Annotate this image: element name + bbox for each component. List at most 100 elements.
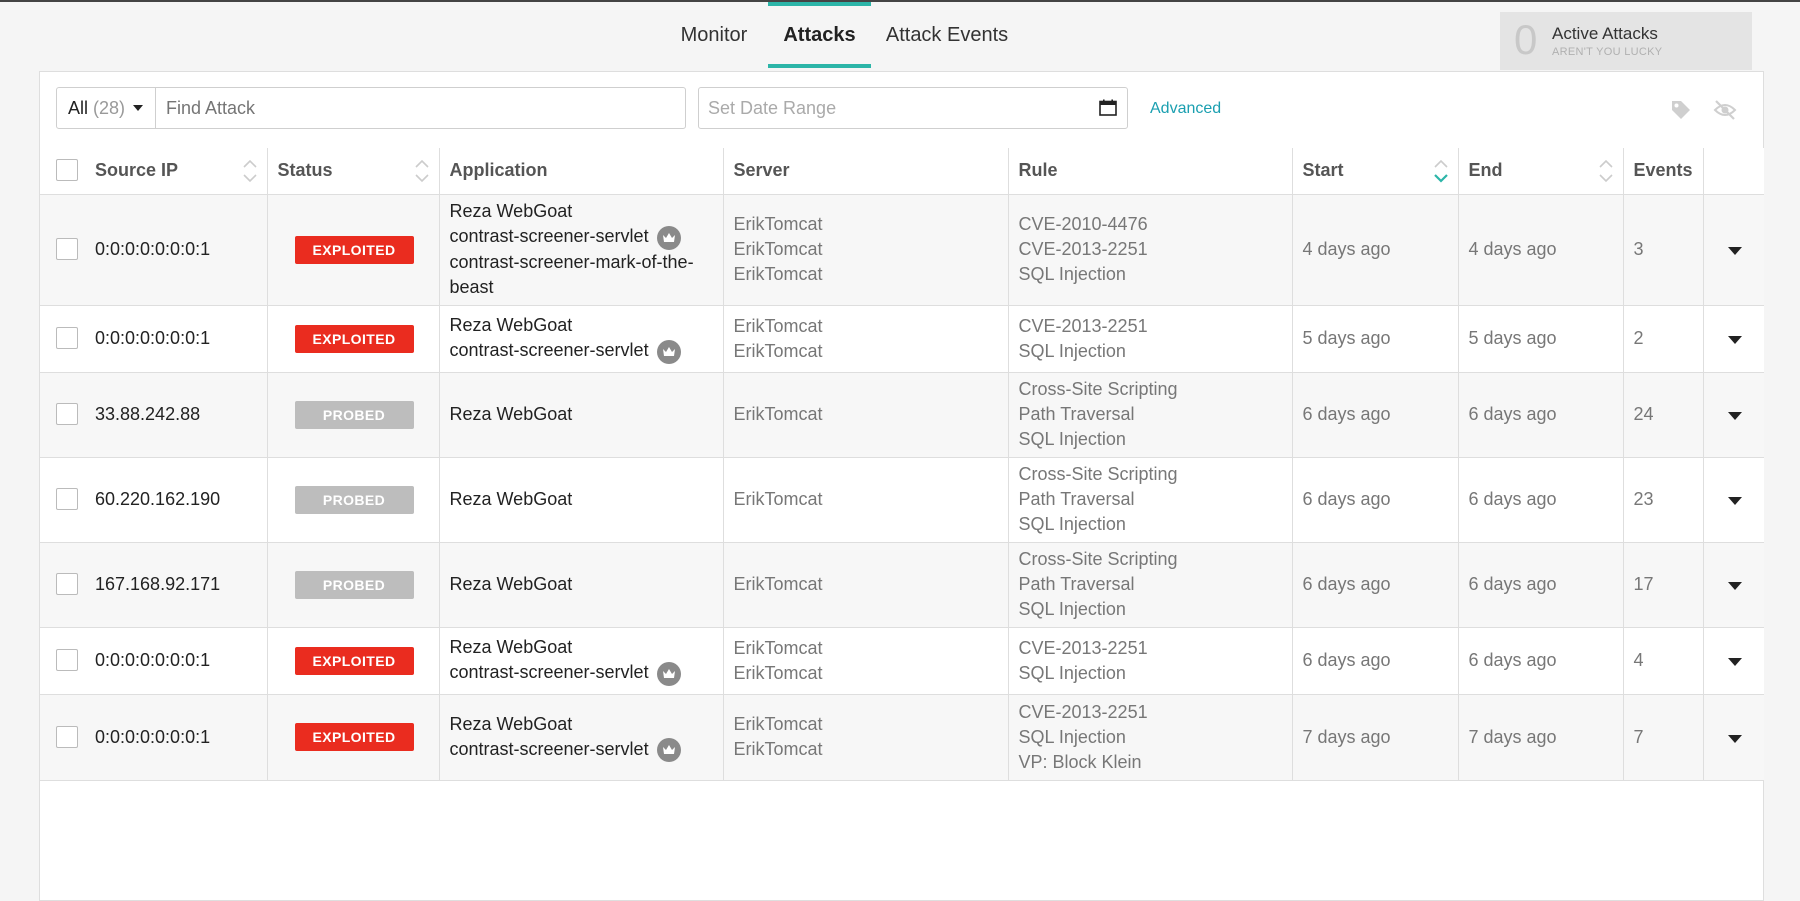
row-checkbox[interactable] (56, 649, 78, 671)
tab-monitor[interactable]: Monitor (668, 2, 760, 68)
table-row[interactable]: 0:0:0:0:0:0:0:1 EXPLOITED Reza WebGoat co… (40, 194, 1764, 306)
cell-actions (1703, 194, 1764, 306)
row-checkbox[interactable] (56, 238, 78, 260)
text: Path Traversal (1018, 574, 1135, 594)
table-row[interactable]: 0:0:0:0:0:0:0:1 EXPLOITED Reza WebGoat co… (40, 305, 1764, 373)
text: SQL Injection (1018, 599, 1126, 619)
text: SQL Injection (1018, 514, 1126, 534)
sort-descending-icon[interactable] (1433, 158, 1448, 184)
header-rule: Rule (1008, 148, 1293, 195)
application-name[interactable]: Reza WebGoat (450, 487, 713, 512)
text: Reza WebGoat (449, 574, 573, 594)
cell-start: 4 days ago (1292, 194, 1459, 306)
row-checkbox[interactable] (56, 725, 78, 748)
row-checkbox[interactable] (56, 573, 78, 595)
expand-row-caret-icon[interactable] (1727, 582, 1742, 590)
tag-icon[interactable] (1670, 99, 1692, 121)
cell-events: 4 (1623, 627, 1704, 695)
cell-actions (1703, 372, 1764, 458)
status-filter-dropdown[interactable]: All (28) (56, 87, 156, 129)
expand-row-caret-icon[interactable] (1727, 412, 1742, 420)
application-name[interactable]: contrast-screener-servlet (450, 737, 713, 763)
expand-row-caret-icon[interactable] (1727, 247, 1742, 255)
cell-status: EXPLOITED (267, 305, 440, 373)
text: ErikTomcat (733, 574, 823, 594)
application-name[interactable]: contrast-screener-mark-of-the-beast (450, 250, 713, 300)
caret-down-icon (133, 105, 143, 111)
text: CVE-2010-4476 (1018, 214, 1148, 234)
row-checkbox[interactable] (56, 327, 78, 349)
sort-icon[interactable] (1598, 158, 1613, 184)
active-attacks-widget[interactable]: 0 Active Attacks AREN'T YOU LUCKY (1500, 12, 1752, 70)
tab-attacks[interactable]: Attacks (768, 2, 871, 68)
application-name[interactable]: Reza WebGoat (450, 199, 713, 224)
hide-eye-icon[interactable] (1713, 99, 1737, 121)
header-source-ip[interactable]: Source IP (40, 148, 268, 195)
table-row[interactable]: 0:0:0:0:0:0:0:1 EXPLOITED Reza WebGoat co… (40, 627, 1764, 695)
rule-name: VP: Block Klein (1019, 750, 1282, 775)
expand-row-caret-icon[interactable] (1727, 336, 1742, 344)
rule-name: SQL Injection (1019, 427, 1282, 452)
cell-rule: CVE-2013-2251 SQL Injection (1008, 305, 1293, 373)
rule-name: Cross-Site Scripting (1019, 547, 1282, 572)
expand-row-caret-icon[interactable] (1727, 734, 1742, 743)
application-name[interactable]: contrast-screener-servlet (450, 338, 713, 364)
row-checkbox[interactable] (56, 488, 78, 510)
cell-source-ip: 0:0:0:0:0:0:0:1 (40, 694, 268, 781)
text: ErikTomcat (733, 739, 823, 759)
application-name[interactable]: Reza WebGoat (450, 712, 713, 737)
row-checkbox[interactable] (56, 403, 78, 425)
header-application: Application (439, 148, 724, 195)
cell-start: 7 days ago (1292, 694, 1459, 781)
table-row[interactable]: 60.220.162.190 PROBED Reza WebGoat ErikT… (40, 457, 1764, 543)
application-name[interactable]: Reza WebGoat (450, 572, 713, 597)
status-badge: PROBED (294, 485, 414, 514)
cell-server: ErikTomcat (723, 372, 1009, 458)
header-status[interactable]: Status (267, 148, 440, 195)
status-badge: EXPLOITED (294, 235, 414, 264)
text: ErikTomcat (733, 214, 823, 234)
select-all-checkbox[interactable] (56, 159, 78, 181)
status-filter-count: (28) (93, 98, 126, 118)
source-ip: 60.220.162.190 (95, 489, 221, 509)
table-row[interactable]: 167.168.92.171 PROBED Reza WebGoat ErikT… (40, 542, 1764, 628)
header-start[interactable]: Start (1292, 148, 1459, 195)
cell-source-ip: 0:0:0:0:0:0:0:1 (40, 627, 268, 695)
calendar-icon[interactable] (1099, 99, 1117, 116)
source-ip: 167.168.92.171 (95, 574, 221, 594)
expand-row-caret-icon[interactable] (1727, 497, 1742, 505)
text: CVE-2013-2251 (1018, 701, 1148, 722)
header-end[interactable]: End (1458, 148, 1624, 195)
attacks-panel: All (28) Set Date Range Advanced (39, 71, 1764, 901)
cell-status: EXPLOITED (267, 694, 440, 781)
advanced-filter-link[interactable]: Advanced (1150, 100, 1221, 118)
rule-name: CVE-2013-2251 (1019, 314, 1282, 339)
text: Cross-Site Scripting (1018, 464, 1178, 484)
sort-icon[interactable] (242, 158, 257, 184)
application-name[interactable]: contrast-screener-servlet (450, 660, 713, 686)
date-range-field[interactable]: Set Date Range (698, 87, 1128, 129)
expand-row-caret-icon[interactable] (1727, 658, 1742, 666)
sort-icon[interactable] (414, 158, 429, 184)
application-name[interactable]: Reza WebGoat (450, 402, 713, 427)
tab-attack-events[interactable]: Attack Events (881, 2, 1013, 68)
application-name[interactable]: Reza WebGoat (450, 635, 713, 660)
table-row[interactable]: 0:0:0:0:0:0:0:1 EXPLOITED Reza WebGoat co… (40, 694, 1764, 781)
cell-rule: CVE-2013-2251 SQL Injection (1008, 627, 1293, 695)
text: ErikTomcat (733, 340, 823, 361)
cell-actions (1703, 542, 1764, 628)
cell-source-ip: 60.220.162.190 (40, 457, 268, 543)
application-name[interactable]: Reza WebGoat (450, 313, 713, 338)
crown-icon (656, 225, 681, 250)
cell-start: 6 days ago (1292, 627, 1459, 695)
text: Reza WebGoat (449, 315, 573, 336)
server-name: ErikTomcat (734, 712, 998, 737)
text: ErikTomcat (733, 662, 823, 683)
table-row[interactable]: 33.88.242.88 PROBED Reza WebGoat ErikTom… (40, 372, 1764, 458)
find-attack-input[interactable] (156, 87, 686, 129)
cell-actions (1703, 305, 1764, 373)
rule-name: SQL Injection (1019, 339, 1282, 364)
status-badge: EXPLOITED (294, 723, 414, 751)
status-badge: EXPLOITED (294, 324, 414, 353)
application-name[interactable]: contrast-screener-servlet (450, 224, 713, 250)
